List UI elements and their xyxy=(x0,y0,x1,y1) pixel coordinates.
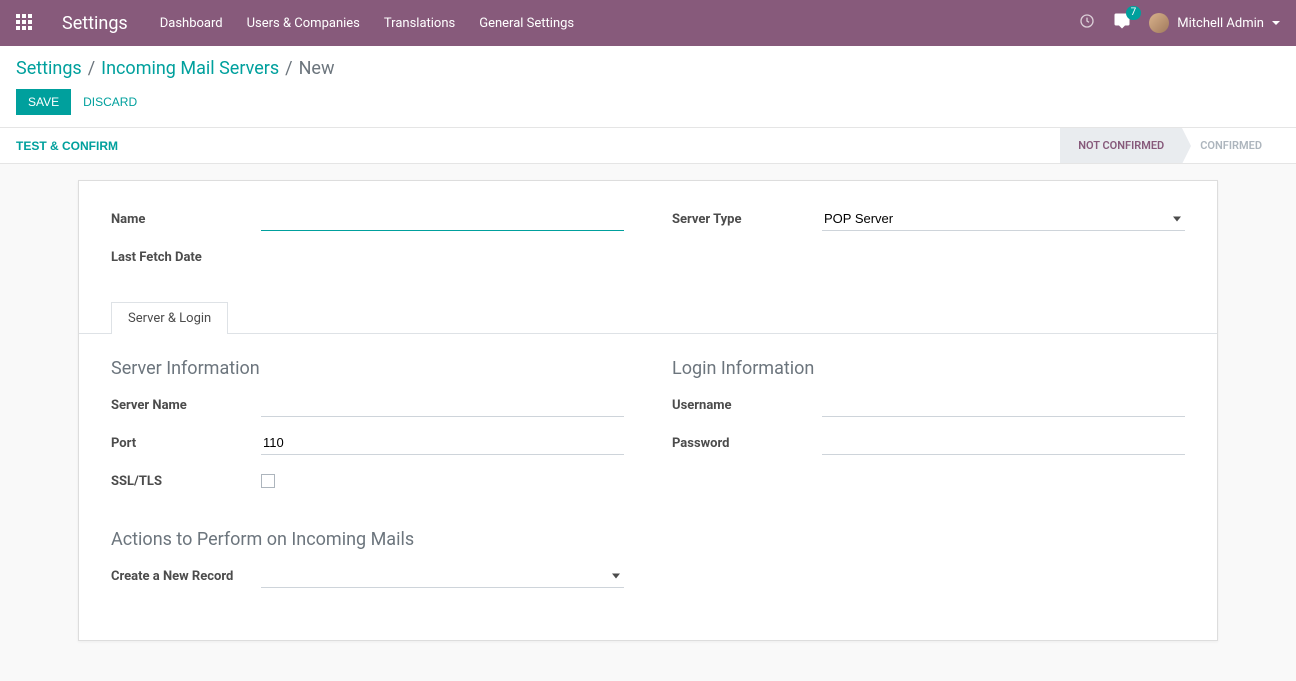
label-username: Username xyxy=(672,398,822,413)
status-not-confirmed[interactable]: NOT CONFIRMED xyxy=(1060,128,1182,163)
nav-item-dashboard[interactable]: Dashboard xyxy=(160,16,223,31)
breadcrumb-sep: / xyxy=(285,58,292,79)
tabpane-server-login: Server Information Server Name Port SSL/… xyxy=(111,334,1185,600)
label-server-type: Server Type xyxy=(672,212,822,227)
server-type-select[interactable] xyxy=(822,207,1185,231)
form-sheet: Name Last Fetch Date Server Type xyxy=(78,180,1218,641)
username-input[interactable] xyxy=(822,393,1185,417)
user-menu[interactable]: Mitchell Admin xyxy=(1149,13,1280,33)
avatar xyxy=(1149,13,1169,33)
label-port: Port xyxy=(111,436,261,451)
apps-icon[interactable] xyxy=(16,14,34,32)
label-server-name: Server Name xyxy=(111,398,261,413)
ssl-tls-checkbox[interactable] xyxy=(261,474,275,488)
breadcrumb: Settings / Incoming Mail Servers / New xyxy=(16,58,1280,79)
status-confirmed[interactable]: CONFIRMED xyxy=(1182,128,1280,163)
section-login-info: Login Information xyxy=(672,358,1185,379)
user-name: Mitchell Admin xyxy=(1177,16,1264,31)
nav-item-translations[interactable]: Translations xyxy=(384,16,455,31)
breadcrumb-sep: / xyxy=(88,58,95,79)
label-password: Password xyxy=(672,436,822,451)
tablist: Server & Login xyxy=(79,301,1217,334)
breadcrumb-current: New xyxy=(299,58,335,79)
app-brand: Settings xyxy=(62,13,128,34)
messages-icon[interactable]: 7 xyxy=(1113,12,1131,34)
control-panel: Settings / Incoming Mail Servers / New S… xyxy=(0,46,1296,128)
nav-menu: Dashboard Users & Companies Translations… xyxy=(160,16,574,31)
breadcrumb-parent[interactable]: Incoming Mail Servers xyxy=(101,58,279,79)
chevron-down-icon xyxy=(1272,21,1280,25)
label-name: Name xyxy=(111,212,261,227)
status-steps: NOT CONFIRMED CONFIRMED xyxy=(1060,128,1280,163)
breadcrumb-root[interactable]: Settings xyxy=(16,58,82,79)
nav-item-users-companies[interactable]: Users & Companies xyxy=(247,16,360,31)
statusbar: TEST & CONFIRM NOT CONFIRMED CONFIRMED xyxy=(0,128,1296,164)
section-server-info: Server Information xyxy=(111,358,624,379)
messages-badge: 7 xyxy=(1126,6,1142,20)
test-confirm-button[interactable]: TEST & CONFIRM xyxy=(16,139,118,153)
navbar: Settings Dashboard Users & Companies Tra… xyxy=(0,0,1296,46)
create-record-select[interactable] xyxy=(261,564,624,588)
label-create-record: Create a New Record xyxy=(111,569,261,584)
discard-button[interactable]: DISCARD xyxy=(83,95,137,109)
label-last-fetch-date: Last Fetch Date xyxy=(111,250,261,265)
section-actions: Actions to Perform on Incoming Mails xyxy=(111,529,1185,550)
label-ssl-tls: SSL/TLS xyxy=(111,474,261,489)
name-input[interactable] xyxy=(261,207,624,231)
server-name-input[interactable] xyxy=(261,393,624,417)
port-input[interactable] xyxy=(261,431,624,455)
activity-icon[interactable] xyxy=(1079,13,1095,33)
nav-item-general-settings[interactable]: General Settings xyxy=(479,16,574,31)
password-input[interactable] xyxy=(822,431,1185,455)
save-button[interactable]: SAVE xyxy=(16,89,71,115)
tab-server-login[interactable]: Server & Login xyxy=(111,302,228,334)
